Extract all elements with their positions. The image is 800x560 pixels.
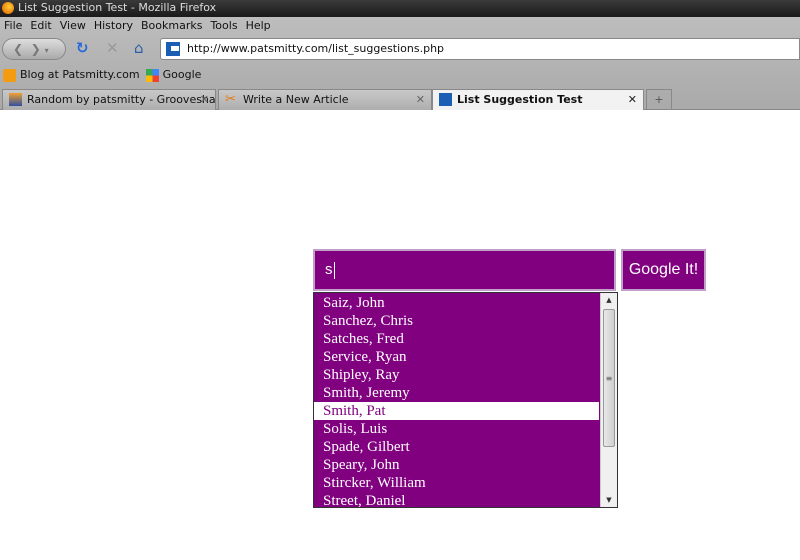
url-bar[interactable]: http://www.patsmitty.com/list_suggestion…	[160, 38, 800, 60]
scroll-up-icon[interactable]: ▲	[601, 293, 617, 307]
list-item[interactable]: Speary, John	[314, 456, 599, 474]
list-item[interactable]: Saiz, John	[314, 294, 599, 312]
browser-chrome: File Edit View History Bookmarks Tools H…	[0, 17, 800, 110]
window-title-bar: List Suggestion Test - Mozilla Firefox	[0, 0, 800, 17]
menu-help[interactable]: Help	[242, 17, 275, 35]
bookmark-blog[interactable]: Blog at Patsmitty.com	[3, 68, 140, 82]
site-favicon-icon	[166, 42, 180, 56]
bookmark-google[interactable]: Google	[145, 68, 201, 82]
scrollbar[interactable]: ▲ ≡ ▼	[600, 293, 617, 507]
tab-bar: Random by patsmitty - Grooveshar... ✕ ✂ …	[0, 88, 800, 110]
list-item[interactable]: Spade, Gilbert	[314, 438, 599, 456]
list-item[interactable]: Service, Ryan	[314, 348, 599, 366]
tab-grooveshark[interactable]: Random by patsmitty - Grooveshar... ✕	[2, 89, 216, 110]
list-item[interactable]: Solis, Luis	[314, 420, 599, 438]
list-item[interactable]: Street, Daniel	[314, 492, 599, 507]
url-text: http://www.patsmitty.com/list_suggestion…	[187, 42, 445, 55]
list-item[interactable]: Smith, Pat	[314, 402, 599, 420]
menu-view[interactable]: View	[56, 17, 90, 35]
close-tab-icon[interactable]: ✕	[628, 90, 637, 109]
list-item[interactable]: Sanchez, Chris	[314, 312, 599, 330]
tab-write-article[interactable]: ✂ Write a New Article ✕	[218, 89, 432, 110]
menu-file[interactable]: File	[0, 17, 26, 35]
new-tab-button[interactable]: +	[646, 89, 672, 110]
back-forward-buttons[interactable]: ❮ ❯ ▾	[2, 38, 66, 60]
google-it-button[interactable]: Google It!	[621, 249, 706, 291]
navigation-toolbar: ❮ ❯ ▾ ↻ ✕ ⌂ http://www.patsmitty.com/lis…	[0, 36, 800, 62]
close-tab-icon[interactable]: ✕	[200, 90, 209, 109]
google-icon	[145, 68, 159, 82]
menu-bookmarks[interactable]: Bookmarks	[137, 17, 206, 35]
list-item[interactable]: Smith, Jeremy	[314, 384, 599, 402]
list-item[interactable]: Stircker, William	[314, 474, 599, 492]
site-favicon-icon	[439, 93, 452, 106]
search-input[interactable]: s	[313, 249, 616, 291]
bookmarks-toolbar: Blog at Patsmitty.com Google	[0, 64, 201, 86]
text-caret	[333, 261, 335, 279]
article-icon: ✂	[225, 92, 236, 107]
close-tab-icon[interactable]: ✕	[416, 90, 425, 109]
suggestion-list[interactable]: Saiz, John Sanchez, Chris Satches, Fred Ser…	[313, 292, 618, 508]
scroll-thumb[interactable]: ≡	[603, 309, 615, 447]
scroll-down-icon[interactable]: ▼	[601, 493, 617, 507]
menu-bar: File Edit View History Bookmarks Tools H…	[0, 17, 275, 35]
window-title: List Suggestion Test - Mozilla Firefox	[18, 1, 217, 14]
home-icon[interactable]: ⌂	[134, 40, 144, 56]
menu-tools[interactable]: Tools	[206, 17, 241, 35]
forward-icon[interactable]: ❯	[31, 42, 41, 56]
menu-edit[interactable]: Edit	[26, 17, 55, 35]
reload-icon[interactable]: ↻	[76, 40, 89, 56]
grooveshark-icon	[9, 93, 22, 106]
firefox-icon	[2, 2, 14, 14]
list-item[interactable]: Shipley, Ray	[314, 366, 599, 384]
list-item[interactable]: Satches, Fred	[314, 330, 599, 348]
stop-icon[interactable]: ✕	[106, 40, 119, 56]
rss-icon	[3, 68, 16, 82]
back-icon[interactable]: ❮	[13, 42, 23, 56]
menu-history[interactable]: History	[90, 17, 137, 35]
tab-list-suggestion[interactable]: List Suggestion Test ✕	[432, 89, 644, 110]
history-dropdown-icon[interactable]: ▾	[45, 46, 49, 55]
